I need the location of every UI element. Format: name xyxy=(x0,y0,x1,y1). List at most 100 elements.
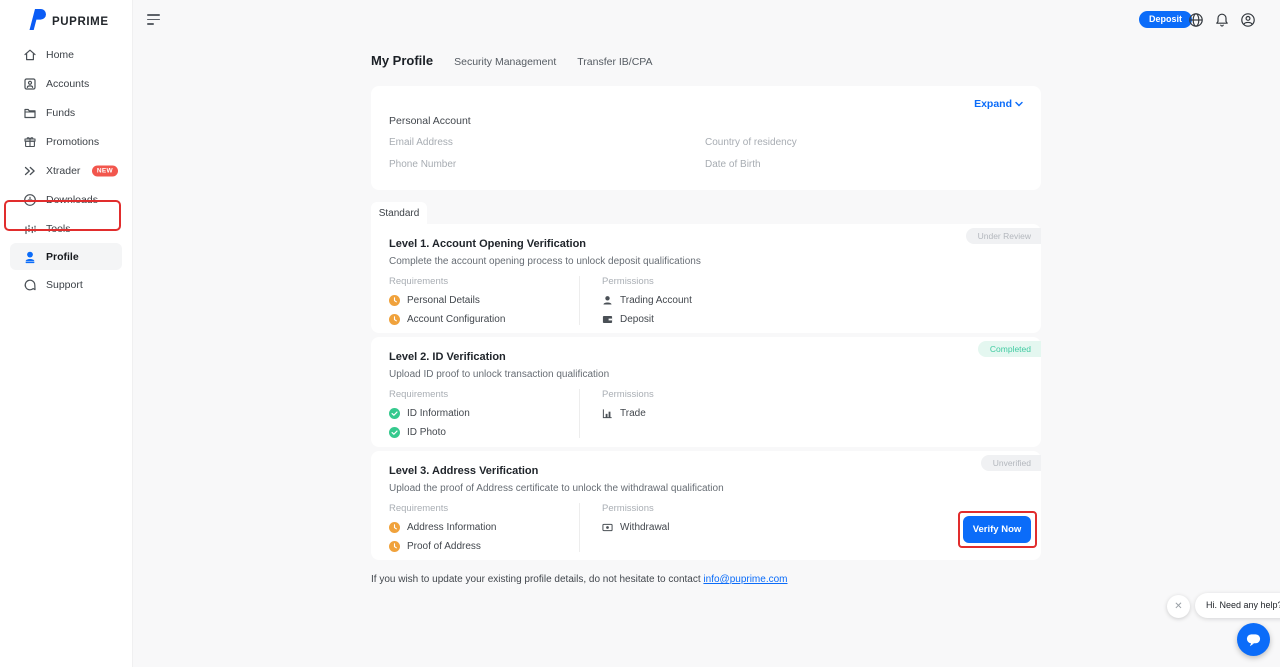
sidebar-item-home[interactable]: Home xyxy=(0,40,132,69)
close-icon: ✕ xyxy=(1174,601,1182,612)
contact-note-text: If you wish to update your existing prof… xyxy=(371,574,703,585)
chat-greeting-bubble[interactable]: Hi. Need any help? xyxy=(1195,593,1280,618)
check-circle-icon xyxy=(389,408,400,419)
sidebar-item-support[interactable]: Support xyxy=(0,270,132,299)
level-1-card: Under Review Level 1. Account Opening Ve… xyxy=(371,224,1041,333)
requirement-label: Proof of Address xyxy=(407,541,481,552)
sidebar: PUPRIME Home Accounts Funds Promotions X… xyxy=(0,0,133,667)
permission-label: Deposit xyxy=(620,314,654,325)
status-badge: Unverified xyxy=(981,455,1041,471)
support-icon xyxy=(23,278,37,292)
chat-bubble-icon xyxy=(1245,632,1262,648)
check-circle-icon xyxy=(389,427,400,438)
sidebar-item-accounts[interactable]: Accounts xyxy=(0,69,132,98)
permissions-header: Permissions xyxy=(602,503,739,514)
personal-account-card: Expand Personal Account Email Address Co… xyxy=(371,86,1041,190)
sidebar-item-label: Profile xyxy=(46,251,79,263)
brand-name: PUPRIME xyxy=(52,16,109,28)
sidebar-item-profile[interactable]: Profile xyxy=(10,243,122,270)
puprime-logo-icon xyxy=(27,9,46,35)
status-badge: Completed xyxy=(978,341,1041,357)
country-of-residency-label: Country of residency xyxy=(705,137,797,148)
download-icon xyxy=(23,193,37,207)
permissions-header: Permissions xyxy=(602,389,739,400)
sidebar-item-label: Xtrader xyxy=(46,165,80,177)
requirements-column: Requirements Personal Details Account Co… xyxy=(389,276,579,325)
permission-label: Trading Account xyxy=(620,295,692,306)
permissions-column: Permissions Withdrawal xyxy=(579,503,739,552)
pending-clock-icon xyxy=(389,295,400,306)
requirements-column: Requirements ID Information ID Photo xyxy=(389,389,579,438)
deposit-button[interactable]: Deposit xyxy=(1139,11,1192,28)
language-globe-icon[interactable] xyxy=(1188,12,1204,28)
sidebar-item-downloads[interactable]: Downloads xyxy=(0,185,132,214)
sidebar-item-label: Support xyxy=(46,279,83,291)
permission-item: Deposit xyxy=(602,314,739,325)
sidebar-item-label: Downloads xyxy=(46,194,98,206)
permissions-header: Permissions xyxy=(602,276,739,287)
permission-item: Trading Account xyxy=(602,295,739,306)
sidebar-item-label: Accounts xyxy=(46,78,89,90)
level-description: Upload ID proof to unlock transaction qu… xyxy=(389,369,609,380)
pending-clock-icon xyxy=(389,522,400,533)
level-3-card: Unverified Level 3. Address Verification… xyxy=(371,451,1041,560)
expand-label: Expand xyxy=(974,98,1012,110)
level-description: Upload the proof of Address certificate … xyxy=(389,483,724,494)
sidebar-item-funds[interactable]: Funds xyxy=(0,98,132,127)
level-2-card: Completed Level 2. ID Verification Uploa… xyxy=(371,337,1041,447)
date-of-birth-label: Date of Birth xyxy=(705,159,761,170)
requirement-item: Proof of Address xyxy=(389,541,579,552)
requirement-label: ID Information xyxy=(407,408,470,419)
tab-my-profile[interactable]: My Profile xyxy=(371,53,433,68)
xtrader-icon xyxy=(23,164,37,178)
tab-transfer-ib-cpa[interactable]: Transfer IB/CPA xyxy=(577,56,652,68)
trade-icon xyxy=(602,408,613,419)
sidebar-item-promotions[interactable]: Promotions xyxy=(0,127,132,156)
withdrawal-icon xyxy=(602,522,613,533)
notifications-bell-icon[interactable] xyxy=(1214,12,1230,28)
trading-account-icon xyxy=(602,295,613,306)
contact-note: If you wish to update your existing prof… xyxy=(371,574,788,585)
verify-now-button[interactable]: Verify Now xyxy=(963,516,1031,543)
sidebar-item-tools[interactable]: Tools xyxy=(0,214,132,243)
requirements-header: Requirements xyxy=(389,389,579,400)
brand-logo[interactable]: PUPRIME xyxy=(27,9,109,35)
deposit-icon xyxy=(602,314,613,325)
funds-icon xyxy=(23,106,37,120)
permission-label: Trade xyxy=(620,408,646,419)
requirements-header: Requirements xyxy=(389,503,579,514)
sidebar-nav: Home Accounts Funds Promotions Xtrader N… xyxy=(0,40,132,299)
email-address-label: Email Address xyxy=(389,137,453,148)
sidebar-item-label: Funds xyxy=(46,107,75,119)
status-badge: Under Review xyxy=(966,228,1041,244)
gift-icon xyxy=(23,135,37,149)
requirements-column: Requirements Address Information Proof o… xyxy=(389,503,579,552)
profile-tabs: My Profile Security Management Transfer … xyxy=(371,53,653,68)
contact-email-link[interactable]: info@puprime.com xyxy=(703,574,787,585)
permissions-column: Permissions Trade xyxy=(579,389,739,438)
requirement-label: Personal Details xyxy=(407,295,480,306)
profile-icon xyxy=(23,250,37,264)
chat-close-button[interactable]: ✕ xyxy=(1167,595,1190,618)
requirement-item: Address Information xyxy=(389,522,579,533)
chat-launcher-button[interactable] xyxy=(1237,623,1270,656)
tab-security-management[interactable]: Security Management xyxy=(454,56,556,68)
chevron-down-icon xyxy=(1015,101,1023,107)
accounts-icon xyxy=(23,77,37,91)
sidebar-item-xtrader[interactable]: Xtrader NEW xyxy=(0,156,132,185)
tab-standard[interactable]: Standard xyxy=(371,202,427,224)
account-avatar-icon[interactable] xyxy=(1240,12,1256,28)
account-type-label: Personal Account xyxy=(389,115,471,127)
expand-toggle[interactable]: Expand xyxy=(974,98,1023,110)
requirement-item: Account Configuration xyxy=(389,314,579,325)
tools-icon xyxy=(23,222,37,236)
permission-item: Trade xyxy=(602,408,739,419)
menu-toggle-icon[interactable] xyxy=(147,14,161,28)
pending-clock-icon xyxy=(389,314,400,325)
pending-clock-icon xyxy=(389,541,400,552)
requirement-label: Address Information xyxy=(407,522,497,533)
new-badge: NEW xyxy=(92,165,118,176)
permission-item: Withdrawal xyxy=(602,522,739,533)
requirement-label: ID Photo xyxy=(407,427,446,438)
level-title: Level 1. Account Opening Verification xyxy=(389,238,586,250)
